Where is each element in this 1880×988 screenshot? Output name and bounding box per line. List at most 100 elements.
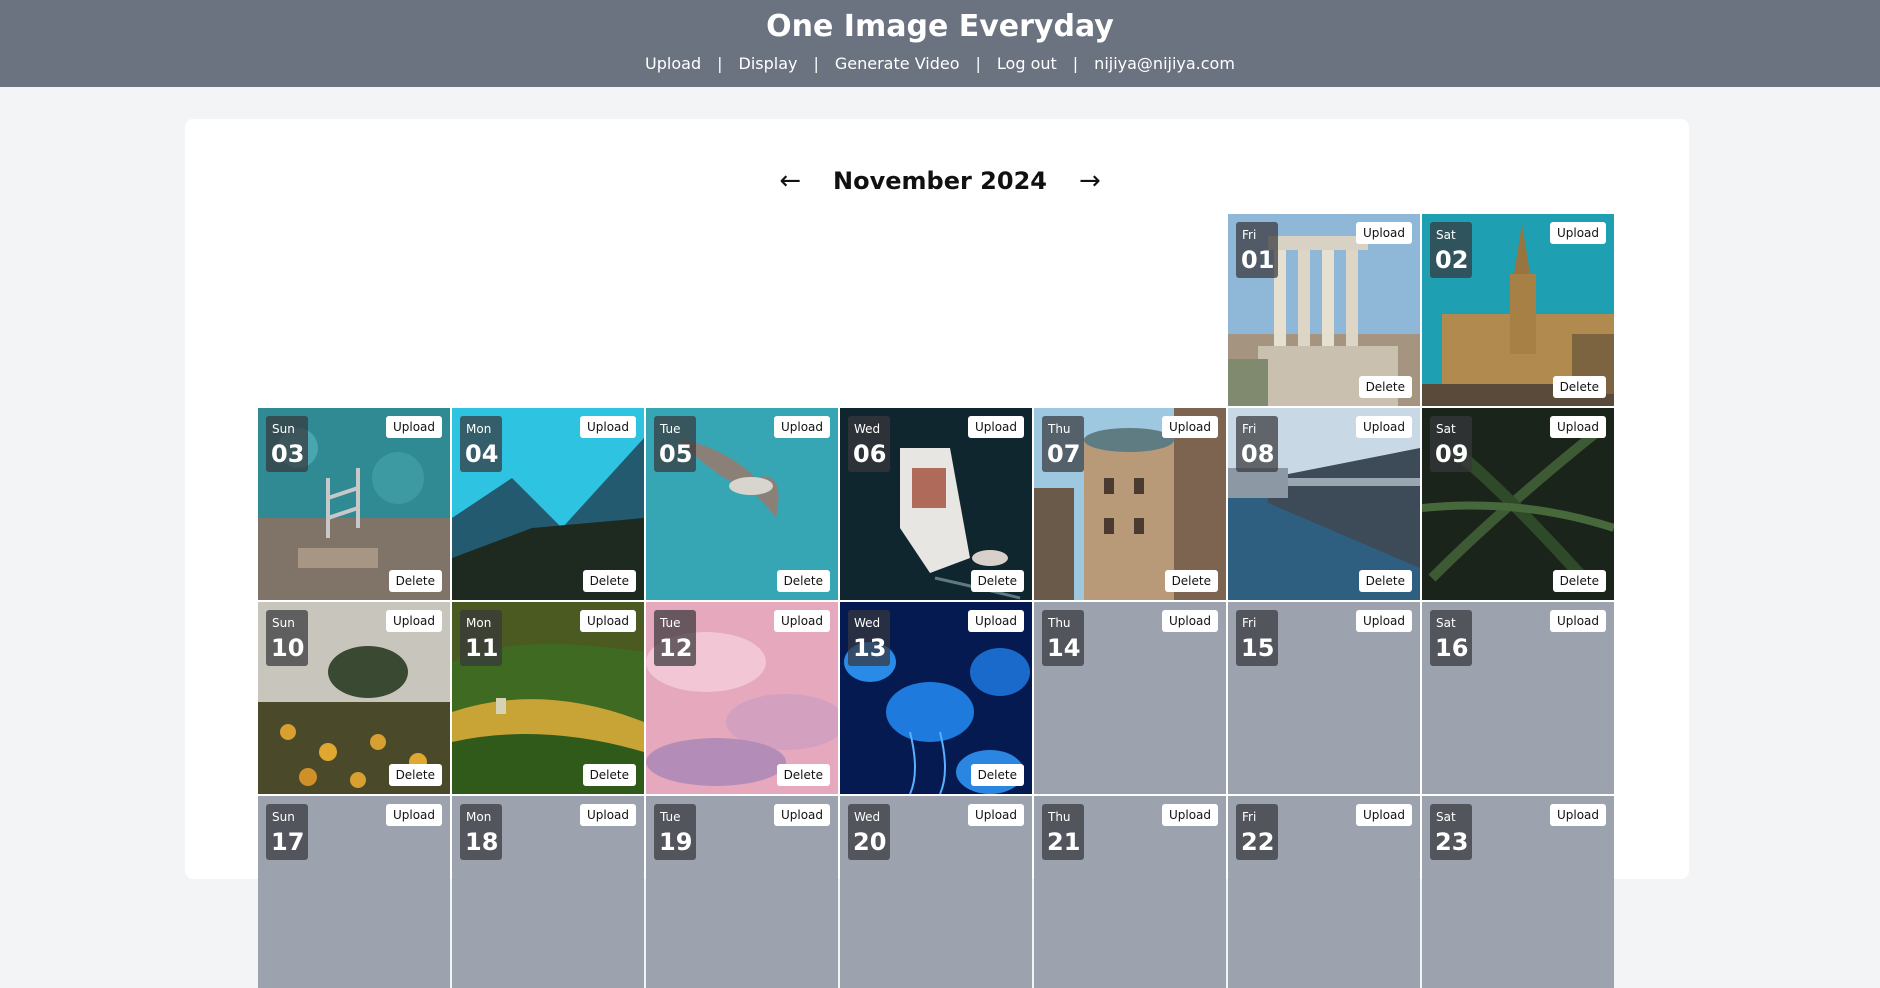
- upload-button[interactable]: Upload: [1161, 610, 1218, 632]
- day-number: 22: [1241, 828, 1275, 856]
- upload-button[interactable]: Upload: [1549, 416, 1606, 438]
- day-of-week: Wed: [854, 422, 881, 436]
- delete-button[interactable]: Delete: [1552, 570, 1606, 592]
- day-cell: Thu 07 Upload Delete: [1034, 408, 1226, 600]
- upload-button[interactable]: Upload: [579, 610, 636, 632]
- nav-upload-link[interactable]: Upload: [645, 52, 701, 76]
- day-cell: Fri 15 Upload: [1228, 602, 1420, 794]
- day-cell: Thu 14 Upload: [1034, 602, 1226, 794]
- day-cell: Thu 21 Upload: [1034, 796, 1226, 988]
- day-of-week: Tue: [660, 616, 681, 630]
- day-cell: Sat 23 Upload: [1422, 796, 1614, 988]
- delete-button[interactable]: Delete: [1552, 376, 1606, 398]
- day-of-week: Sat: [1436, 810, 1456, 824]
- upload-button[interactable]: Upload: [1549, 804, 1606, 826]
- month-title: November 2024: [833, 167, 1047, 195]
- date-badge: Mon 11: [460, 610, 502, 666]
- upload-button[interactable]: Upload: [967, 610, 1024, 632]
- day-of-week: Mon: [466, 422, 492, 436]
- upload-button[interactable]: Upload: [773, 416, 830, 438]
- day-cell: Sun 10 Upload Delete: [258, 602, 450, 794]
- day-of-week: Tue: [660, 810, 681, 824]
- delete-button[interactable]: Delete: [388, 764, 442, 786]
- nav-separator: |: [1072, 54, 1079, 73]
- date-badge: Thu 21: [1042, 804, 1084, 860]
- upload-button[interactable]: Upload: [1355, 222, 1412, 244]
- date-badge: Sat 16: [1430, 610, 1472, 666]
- nav-separator: |: [813, 54, 819, 73]
- delete-button[interactable]: Delete: [970, 570, 1024, 592]
- day-cell: Sun 17 Upload: [258, 796, 450, 988]
- day-number: 16: [1435, 634, 1469, 662]
- day-number: 08: [1241, 440, 1275, 468]
- upload-button[interactable]: Upload: [1549, 222, 1606, 244]
- upload-button[interactable]: Upload: [1161, 416, 1218, 438]
- date-badge: Mon 04: [460, 416, 502, 472]
- day-number: 01: [1241, 246, 1275, 274]
- day-number: 18: [465, 828, 499, 856]
- calendar-blank-cell: [258, 214, 450, 406]
- day-cell: Sun 03 Upload Delete: [258, 408, 450, 600]
- delete-button[interactable]: Delete: [776, 764, 830, 786]
- delete-button[interactable]: Delete: [582, 570, 636, 592]
- upload-button[interactable]: Upload: [1355, 804, 1412, 826]
- day-number: 13: [853, 634, 887, 662]
- day-number: 06: [853, 440, 887, 468]
- nav-display-link[interactable]: Display: [739, 52, 798, 76]
- upload-button[interactable]: Upload: [773, 610, 830, 632]
- date-badge: Fri 01: [1236, 222, 1278, 278]
- day-cell: Mon 04 Upload Delete: [452, 408, 644, 600]
- day-of-week: Sat: [1436, 422, 1456, 436]
- upload-button[interactable]: Upload: [1549, 610, 1606, 632]
- day-number: 14: [1047, 634, 1081, 662]
- upload-button[interactable]: Upload: [967, 804, 1024, 826]
- upload-button[interactable]: Upload: [1355, 416, 1412, 438]
- delete-button[interactable]: Delete: [1358, 570, 1412, 592]
- delete-button[interactable]: Delete: [776, 570, 830, 592]
- upload-button[interactable]: Upload: [385, 416, 442, 438]
- day-cell: Fri 08 Upload Delete: [1228, 408, 1420, 600]
- day-of-week: Fri: [1242, 810, 1257, 824]
- day-number: 05: [659, 440, 693, 468]
- date-badge: Tue 12: [654, 610, 696, 666]
- upload-button[interactable]: Upload: [1161, 804, 1218, 826]
- upload-button[interactable]: Upload: [773, 804, 830, 826]
- day-number: 17: [271, 828, 305, 856]
- delete-button[interactable]: Delete: [582, 764, 636, 786]
- date-badge: Wed 06: [848, 416, 890, 472]
- calendar-blank-cell: [1034, 214, 1226, 406]
- day-cell: Mon 11 Upload Delete: [452, 602, 644, 794]
- calendar-blank-cell: [452, 214, 644, 406]
- delete-button[interactable]: Delete: [970, 764, 1024, 786]
- day-of-week: Thu: [1048, 810, 1071, 824]
- day-of-week: Thu: [1048, 616, 1071, 630]
- day-number: 03: [271, 440, 305, 468]
- upload-button[interactable]: Upload: [385, 610, 442, 632]
- day-cell: Wed 06 Upload Delete: [840, 408, 1032, 600]
- delete-button[interactable]: Delete: [388, 570, 442, 592]
- nav-logout-link[interactable]: Log out: [997, 52, 1057, 76]
- calendar-blank-cell: [646, 214, 838, 406]
- next-month-button[interactable]: →: [1073, 166, 1107, 196]
- nav-generate-video-link[interactable]: Generate Video: [835, 52, 960, 76]
- upload-button[interactable]: Upload: [579, 416, 636, 438]
- day-number: 20: [853, 828, 887, 856]
- day-cell: Sat 09 Upload Delete: [1422, 408, 1614, 600]
- day-number: 04: [465, 440, 499, 468]
- upload-button[interactable]: Upload: [967, 416, 1024, 438]
- nav-user-email[interactable]: nijiya@nijiya.com: [1094, 52, 1235, 76]
- upload-button[interactable]: Upload: [1355, 610, 1412, 632]
- day-of-week: Sun: [272, 616, 295, 630]
- day-of-week: Mon: [466, 810, 492, 824]
- day-cell: Wed 13 Upload Delete: [840, 602, 1032, 794]
- delete-button[interactable]: Delete: [1358, 376, 1412, 398]
- delete-button[interactable]: Delete: [1164, 570, 1218, 592]
- day-of-week: Sat: [1436, 616, 1456, 630]
- day-of-week: Fri: [1242, 422, 1257, 436]
- date-badge: Sat 02: [1430, 222, 1472, 278]
- day-cell: Sat 02 Upload Delete: [1422, 214, 1614, 406]
- upload-button[interactable]: Upload: [579, 804, 636, 826]
- upload-button[interactable]: Upload: [385, 804, 442, 826]
- day-number: 10: [271, 634, 305, 662]
- prev-month-button[interactable]: ←: [773, 166, 807, 196]
